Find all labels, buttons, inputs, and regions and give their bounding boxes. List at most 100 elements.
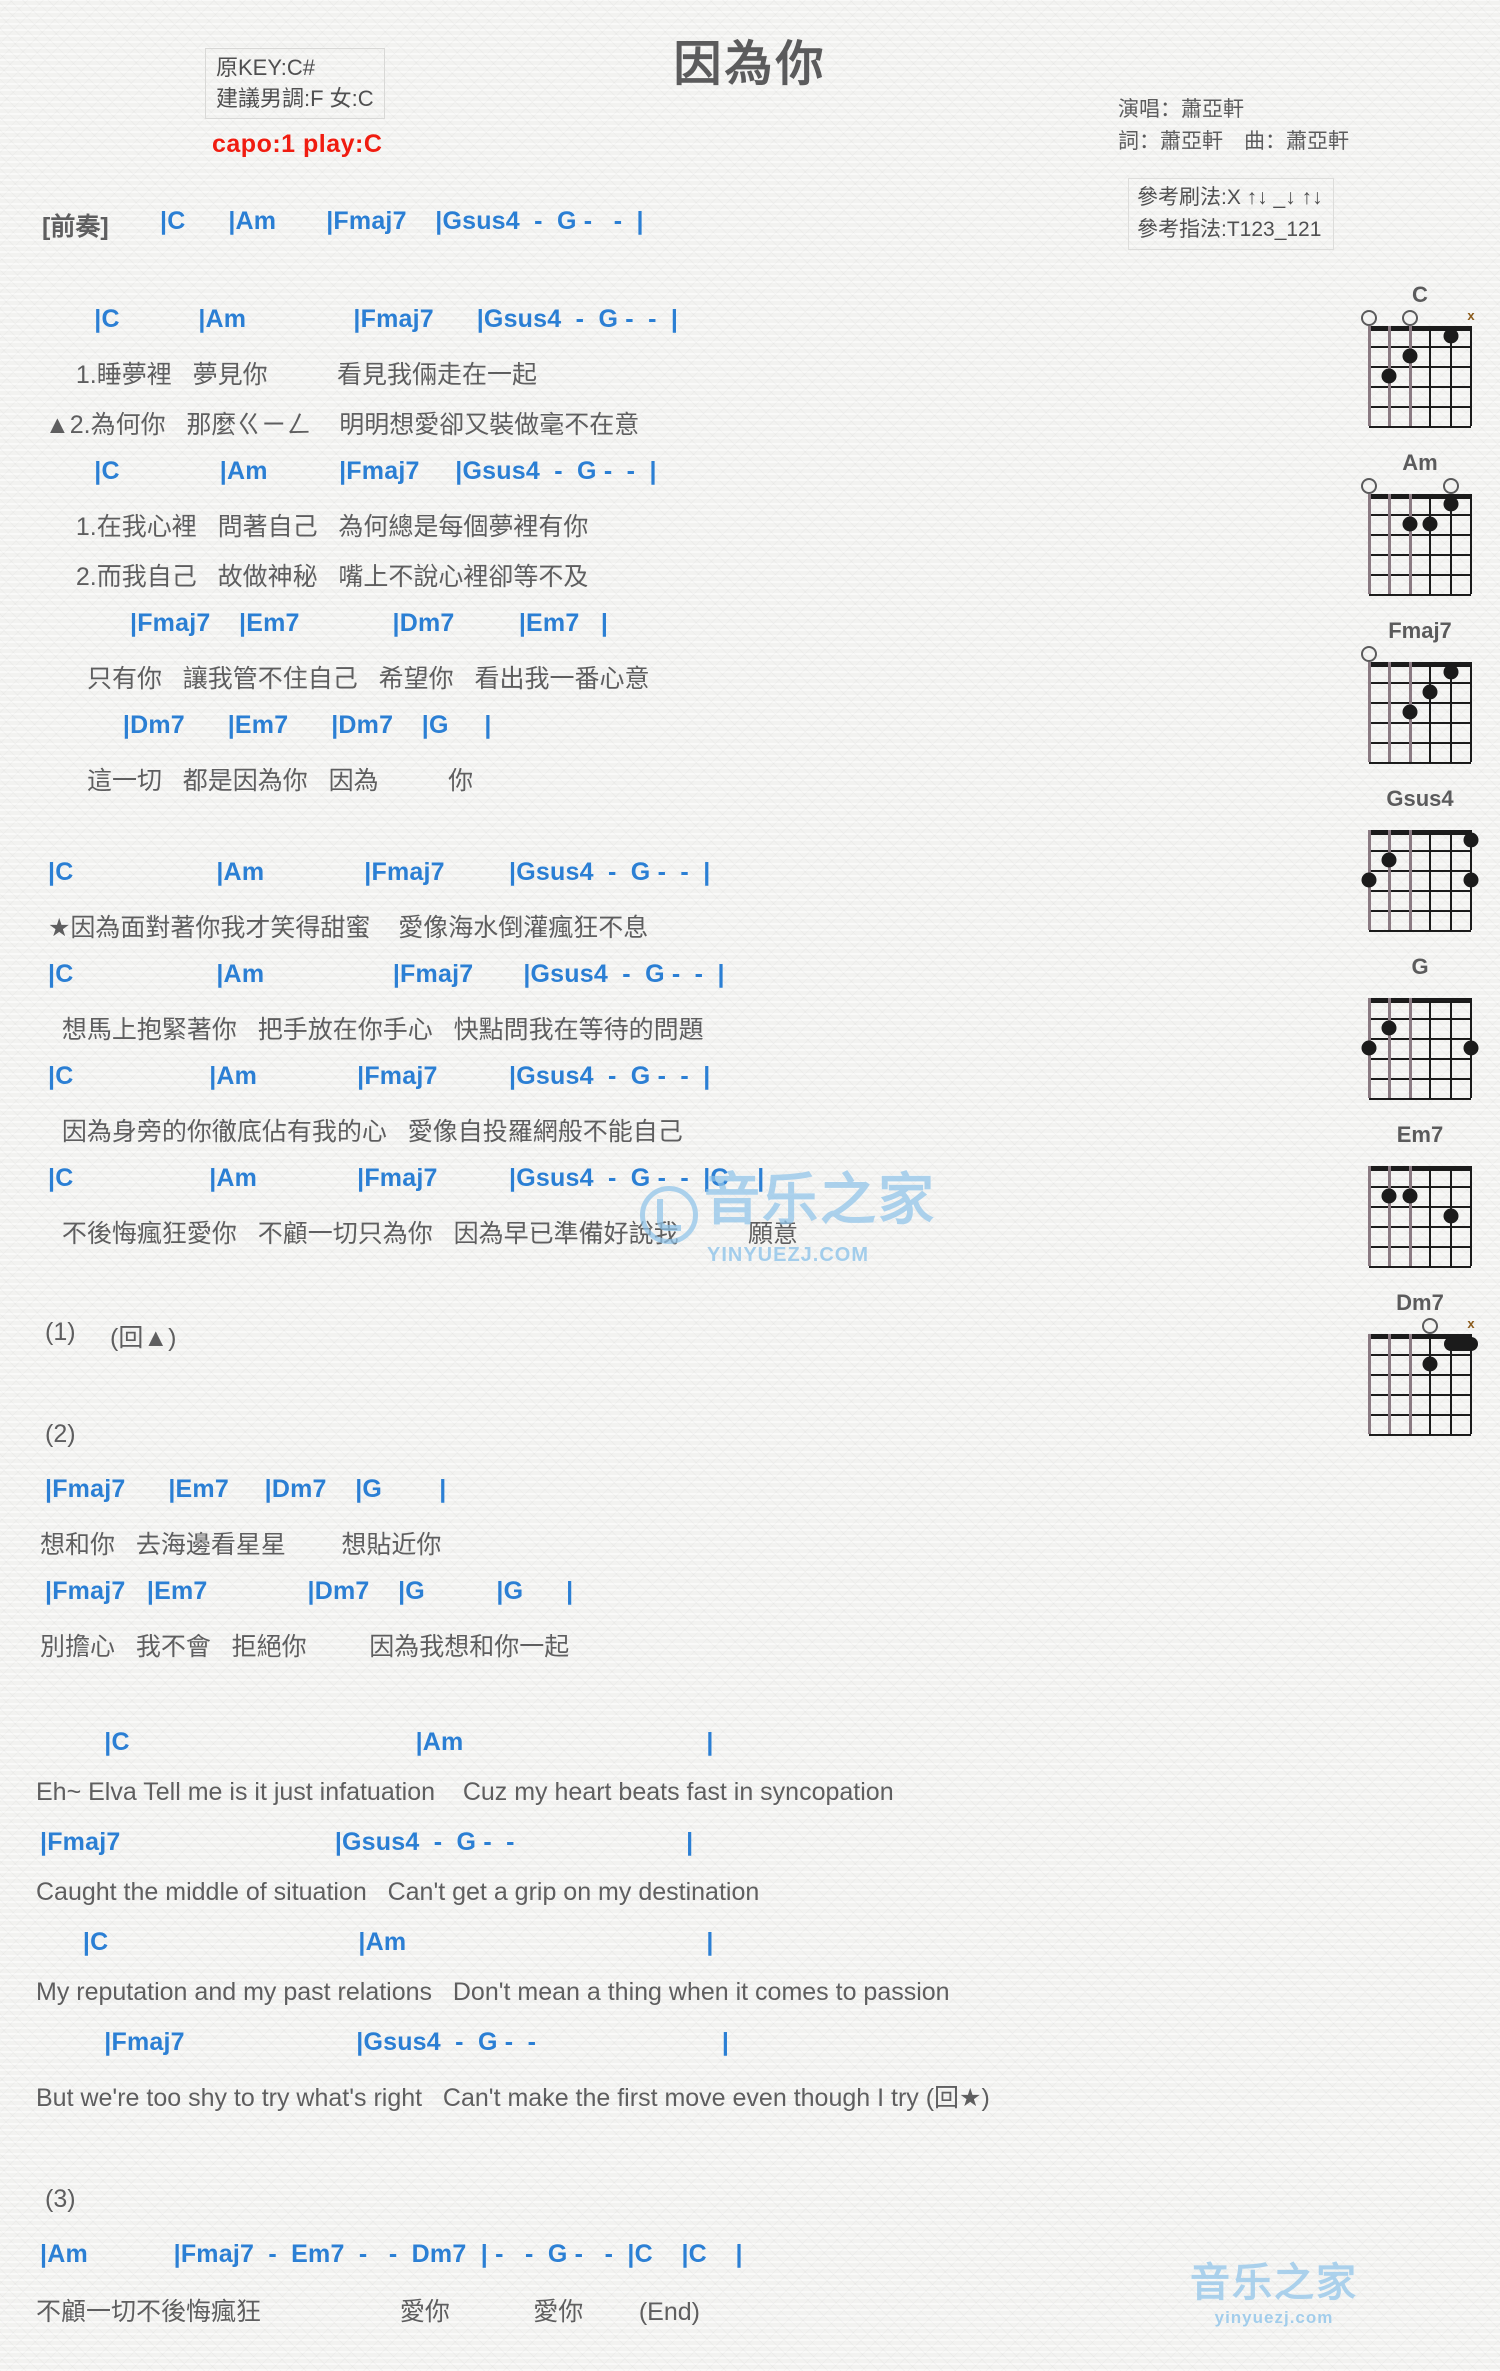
prechorus-chord-line-a: |Fmaj7 |Em7 |Dm7 |Em7 | — [80, 609, 609, 637]
prechorus-chord-line-b: |Dm7 |Em7 |Dm7 |G | — [80, 711, 492, 739]
barre-bar — [1443, 1337, 1478, 1351]
finger-dot — [1463, 872, 1479, 888]
open-string-icon — [1361, 478, 1377, 494]
open-string-icon — [1361, 310, 1377, 326]
finger-dot — [1422, 684, 1438, 700]
open-string-icon — [1422, 1318, 1439, 1334]
playing-reference-box: 參考刷法:X ↑↓ _↓ ↑↓ 參考指法:T123_121 — [1128, 178, 1334, 250]
string-line — [1388, 998, 1392, 1098]
verse1-lyric-3: 1.在我心裡 問著自己 為何總是每個夢裡有你 — [62, 513, 589, 541]
chorus-chord-line-3: |C |Am |Fmaj7 |Gsus4 - G - - | — [48, 1062, 711, 1090]
suggested-key: 建議男調:F 女:C — [216, 86, 374, 112]
chord-open-string-marks — [1361, 644, 1471, 662]
string-line — [1388, 662, 1392, 762]
chord-diagram-name: Fmaj7 — [1388, 618, 1452, 643]
chord-diagram-c: Cx — [1340, 282, 1500, 430]
verse1-chord-line-b: |C |Am |Fmaj7 |Gsus4 - G - - | — [80, 457, 657, 485]
fret-line — [1369, 1078, 1471, 1080]
fret-line — [1369, 366, 1471, 368]
chord-diagram-name: G — [1411, 954, 1429, 979]
chord-diagram-grid: x — [1361, 308, 1475, 428]
fretboard — [1368, 1334, 1478, 1436]
english-lyric-1: Eh~ Elva Tell me is it just infatuation … — [36, 1778, 894, 1806]
string-line — [1408, 1334, 1412, 1434]
fret-line — [1369, 742, 1471, 744]
fret-line — [1369, 514, 1471, 516]
chord-diagram-grid — [1361, 476, 1472, 596]
string-line — [1470, 1166, 1472, 1266]
bridge2-lyric-1: 想和你 去海邊看星星 想貼近你 — [40, 1531, 442, 1559]
nut-line — [1369, 998, 1471, 1003]
fret-line — [1369, 682, 1471, 684]
string-line — [1429, 830, 1432, 930]
finger-dot — [1402, 1188, 1418, 1204]
fingering-pattern: 參考指法:T123_121 — [1137, 217, 1322, 241]
fret-line — [1369, 1226, 1471, 1228]
chorus-lyric-3: 因為身旁的你徹底佔有我的心 愛像自投羅網般不能自己 — [48, 1118, 683, 1146]
english-chord-line-2: |Fmaj7 |Gsus4 - G - - | — [40, 1828, 694, 1856]
string-line — [1449, 998, 1452, 1098]
finger-dot — [1443, 328, 1459, 344]
finger-dot — [1402, 348, 1418, 364]
finger-dot — [1443, 1208, 1459, 1224]
english-lyric-4: But we're too shy to try what's right Ca… — [36, 2084, 990, 2112]
chorus-lyric-4: 不後悔瘋狂愛你 不顧一切只為你 因為早已準備好說我 願意 — [48, 1220, 799, 1248]
fret-line — [1369, 890, 1471, 892]
string-line — [1368, 1334, 1371, 1434]
chorus-chord-line-4: |C |Am |Fmaj7 |Gsus4 - G - - |C | — [48, 1164, 765, 1192]
capo-info: capo:1 play:C — [212, 130, 383, 158]
fret-line — [1369, 594, 1471, 596]
bridge2-chord-line-2: |Fmaj7 |Em7 |Dm7 |G |G | — [45, 1577, 574, 1605]
finger-dot — [1422, 516, 1438, 532]
string-line — [1388, 1166, 1392, 1266]
string-line — [1368, 662, 1371, 762]
finger-dot — [1381, 1020, 1397, 1036]
fret-line — [1369, 930, 1471, 932]
writer-credit: 詞：蕭亞軒 曲：蕭亞軒 — [1118, 129, 1349, 153]
chord-diagram-name: Am — [1402, 450, 1438, 475]
string-line — [1408, 1166, 1412, 1266]
intro-chord-line: |C |Am |Fmaj7 |Gsus4 - G - - | — [160, 207, 644, 235]
finger-dot — [1443, 664, 1459, 680]
chord-open-string-marks — [1369, 1148, 1471, 1166]
fret-line — [1369, 574, 1471, 576]
fretboard — [1368, 1166, 1472, 1268]
finger-dot — [1402, 516, 1418, 532]
string-line — [1388, 494, 1392, 594]
string-line — [1429, 998, 1432, 1098]
fret-line — [1369, 1206, 1471, 1208]
string-line — [1429, 326, 1432, 426]
chorus-chord-line-1: |C |Am |Fmaj7 |Gsus4 - G - - | — [48, 858, 711, 886]
section-label-intro: [前奏] — [42, 213, 109, 241]
string-line — [1368, 326, 1371, 426]
fret-line — [1369, 1354, 1471, 1356]
prechorus-lyric-1: 只有你 讓我管不住自己 希望你 看出我一番心意 — [80, 665, 650, 693]
repeat-label-1: (1) — [45, 1318, 76, 1346]
chord-diagram-column: Cx Am Fmaj7 Gsus4 G Em7 Dm7 x — [1340, 282, 1500, 1458]
fret-line — [1369, 534, 1471, 536]
fretboard — [1368, 662, 1472, 764]
finger-dot — [1443, 496, 1459, 512]
string-line — [1368, 1166, 1371, 1266]
fret-line — [1369, 1058, 1471, 1060]
chord-diagram-name: C — [1412, 282, 1428, 307]
ending-chord-line: |Am |Fmaj7 - Em7 - - Dm7 | - - G - - |C … — [40, 2240, 743, 2268]
finger-dot — [1361, 1040, 1377, 1056]
chord-open-string-marks: x — [1361, 308, 1475, 326]
finger-dot — [1402, 704, 1418, 720]
ending-lyric: 不顧一切不後悔瘋狂 愛你 愛你 (End) — [36, 2298, 700, 2326]
fret-line — [1369, 346, 1471, 348]
strumming-pattern: 參考刷法:X ↑↓ _↓ ↑↓ — [1137, 186, 1323, 209]
credits: 演唱：蕭亞軒 詞：蕭亞軒 曲：蕭亞軒 — [1118, 94, 1349, 157]
verse1-chord-line-a: |C |Am |Fmaj7 |Gsus4 - G - - | — [80, 305, 679, 333]
fret-line — [1369, 1374, 1471, 1376]
verse1-lyric-2: ▲2.為何你 那麼ㄍㄧㄥ 明明想愛卻又裝做毫不在意 — [45, 411, 640, 439]
fret-line — [1369, 386, 1471, 388]
string-line — [1449, 830, 1452, 930]
finger-dot — [1463, 832, 1479, 848]
chord-diagram-dm7: Dm7 x — [1340, 1290, 1500, 1438]
chord-diagram-grid — [1361, 644, 1472, 764]
muted-string-icon: x — [1467, 1316, 1475, 1331]
chord-diagram-name: Em7 — [1396, 1122, 1444, 1147]
chord-diagram-name: Gsus4 — [1386, 786, 1454, 811]
